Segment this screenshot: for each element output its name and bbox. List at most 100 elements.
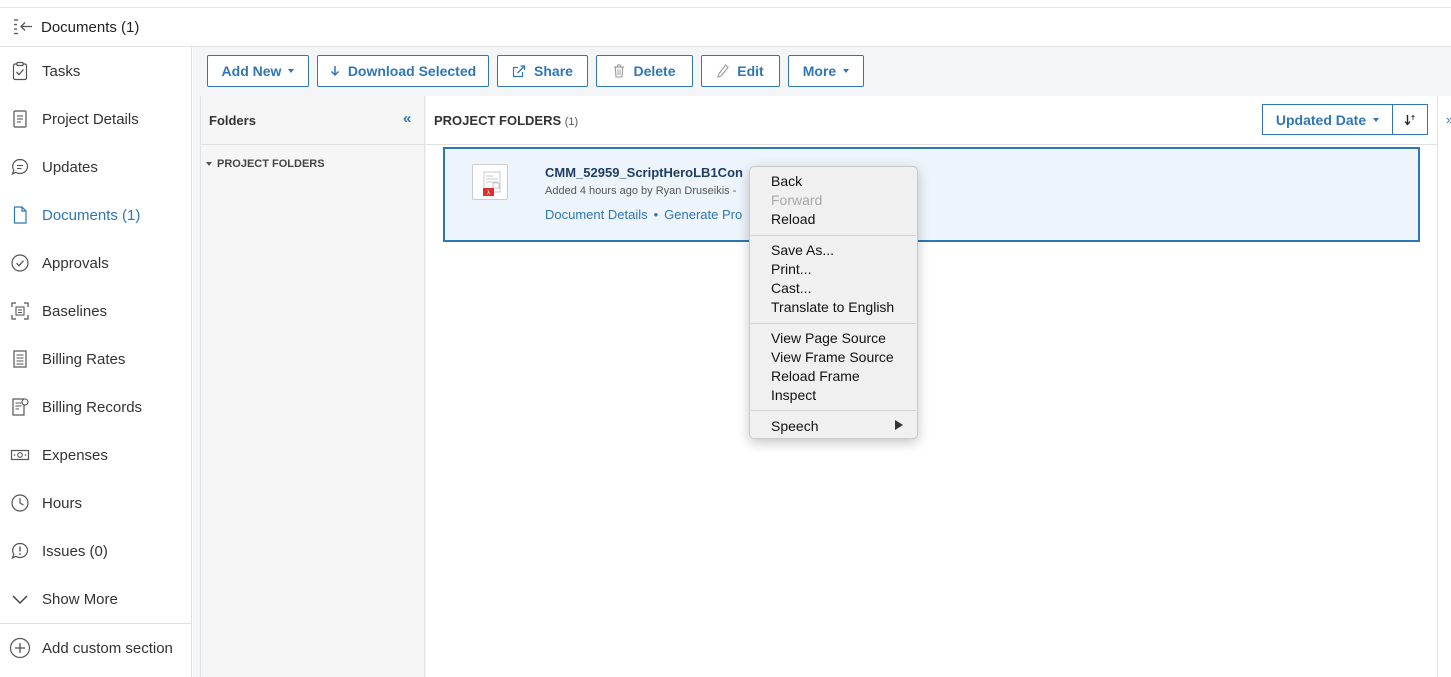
context-menu-speech[interactable]: Speech (771, 418, 818, 434)
sidebar-item-label: Updates (42, 158, 98, 176)
sidebar-item-label: Baselines (42, 302, 108, 320)
sidebar-item-label: Billing Rates (42, 350, 126, 368)
sidebar-item-label: Show More (42, 590, 118, 608)
sidebar-item-label: Add custom section (42, 639, 173, 657)
add-custom-section-button[interactable]: Add custom section (0, 628, 191, 668)
details-panel-edge: » (1437, 96, 1451, 677)
pdf-file-icon: λ (472, 164, 508, 200)
sidebar: Tasks Project Details Updates Documents … (0, 47, 192, 677)
document-icon (13, 206, 27, 224)
share-icon (512, 64, 526, 77)
document-lines-icon (13, 110, 27, 128)
sidebar-item-project-details[interactable]: Project Details (0, 99, 191, 139)
billing-list-icon (13, 350, 27, 368)
context-menu-view-frame-source[interactable]: View Frame Source (771, 349, 894, 365)
share-button[interactable]: Share (497, 55, 588, 87)
context-menu-back[interactable]: Back (771, 173, 802, 189)
sidebar-item-label: Expenses (42, 446, 108, 464)
share-label: Share (534, 63, 573, 79)
sidebar-item-show-more[interactable]: Show More (0, 579, 191, 619)
sidebar-item-expenses[interactable]: Expenses (0, 435, 191, 475)
sidebar-item-issues[interactable]: Issues (0) (0, 531, 191, 571)
generate-proof-link[interactable]: Generate Pro (664, 207, 742, 222)
sidebar-item-tasks[interactable]: Tasks (0, 51, 191, 91)
context-menu-inspect[interactable]: Inspect (771, 387, 816, 403)
edit-label: Edit (737, 63, 764, 79)
sidebar-item-documents[interactable]: Documents (1) (0, 195, 191, 235)
main-title-text: PROJECT FOLDERS (434, 113, 562, 128)
document-name-link[interactable]: CMM_52959_ScriptHeroLB1Con (545, 165, 743, 180)
clock-icon (11, 494, 29, 512)
page-title: Documents (1) (41, 18, 140, 36)
collapse-folders-icon[interactable]: « (403, 110, 411, 127)
context-menu-reload[interactable]: Reload (771, 211, 815, 227)
top-border (0, 0, 1451, 8)
edit-button[interactable]: Edit (701, 55, 780, 87)
main-title: PROJECT FOLDERS (1) (434, 113, 578, 128)
add-new-button[interactable]: Add New (207, 55, 309, 87)
sidebar-item-baselines[interactable]: Baselines (0, 291, 191, 331)
sidebar-item-label: Tasks (42, 62, 81, 80)
delete-button[interactable]: Delete (596, 55, 693, 87)
context-menu: Back Forward Reload Save As... Print... … (749, 166, 918, 439)
document-actions: Document Details • Generate Pro (545, 207, 742, 222)
plus-circle-icon (9, 637, 31, 659)
page-header: Documents (1) (0, 8, 1451, 47)
expand-details-icon[interactable]: » (1446, 112, 1451, 127)
sidebar-item-billing-rates[interactable]: Billing Rates (0, 339, 191, 379)
sidebar-item-updates[interactable]: Updates (0, 147, 191, 187)
context-menu-forward: Forward (771, 192, 823, 208)
document-card[interactable]: λ CMM_52959_ScriptHeroLB1Con Added 4 hou… (443, 147, 1420, 242)
submenu-arrow-icon (895, 420, 903, 430)
folders-title: Folders (209, 112, 256, 128)
sidebar-item-label: Documents (1) (42, 206, 141, 224)
link-separator: • (653, 207, 659, 222)
sidebar-item-billing-records[interactable]: Billing Records (0, 387, 191, 427)
sidebar-item-approvals[interactable]: Approvals (0, 243, 191, 283)
clipboard-check-icon (12, 61, 28, 81)
svg-text:λ: λ (487, 191, 490, 197)
sidebar-item-label: Billing Records (42, 398, 143, 416)
sort-direction-button[interactable] (1392, 104, 1428, 135)
check-circle-icon (11, 254, 29, 272)
issue-bubble-icon (11, 542, 29, 560)
folders-header: Folders « (201, 96, 425, 145)
folders-panel: Folders « PROJECT FOLDERS (200, 96, 425, 677)
more-label: More (802, 63, 837, 79)
pencil-icon (717, 64, 730, 78)
expand-triangle-icon (206, 162, 212, 166)
sort-field-label: Updated Date (1275, 111, 1367, 128)
context-menu-reload-frame[interactable]: Reload Frame (771, 368, 860, 384)
add-new-label: Add New (221, 63, 282, 79)
billing-records-icon (12, 398, 29, 416)
folder-tree-root[interactable]: PROJECT FOLDERS (206, 158, 325, 170)
more-button[interactable]: More (788, 55, 864, 87)
context-menu-print[interactable]: Print... (771, 261, 811, 277)
caret-down-icon (1373, 117, 1380, 122)
sort-direction-icon (1404, 114, 1415, 126)
chevron-down-icon (12, 595, 28, 605)
trash-icon (614, 64, 625, 78)
sidebar-item-label: Hours (42, 494, 83, 512)
context-menu-translate[interactable]: Translate to English (771, 299, 894, 315)
download-icon (330, 66, 339, 77)
sidebar-item-hours[interactable]: Hours (0, 483, 191, 523)
context-menu-view-page-source[interactable]: View Page Source (771, 330, 886, 346)
folder-tree-label: PROJECT FOLDERS (217, 158, 325, 170)
sidebar-divider (0, 623, 191, 624)
download-selected-button[interactable]: Download Selected (317, 55, 489, 87)
folder-count: (1) (564, 116, 579, 128)
sidebar-item-label: Approvals (42, 254, 109, 272)
delete-label: Delete (633, 63, 676, 79)
sidebar-item-label: Issues (0) (42, 542, 108, 560)
toolbar: Add New Download Selected Share Delete E… (193, 47, 1451, 95)
context-menu-save-as[interactable]: Save As... (771, 242, 834, 258)
sort-field-button[interactable]: Updated Date (1262, 104, 1393, 135)
document-meta: Added 4 hours ago by Ryan Druseikis - (545, 185, 737, 197)
context-menu-divider (751, 410, 916, 411)
context-menu-cast[interactable]: Cast... (771, 280, 811, 296)
money-icon (10, 449, 30, 461)
download-selected-label: Download Selected (347, 63, 477, 79)
collapse-sidebar-icon[interactable] (12, 18, 34, 36)
document-details-link[interactable]: Document Details (545, 207, 648, 222)
